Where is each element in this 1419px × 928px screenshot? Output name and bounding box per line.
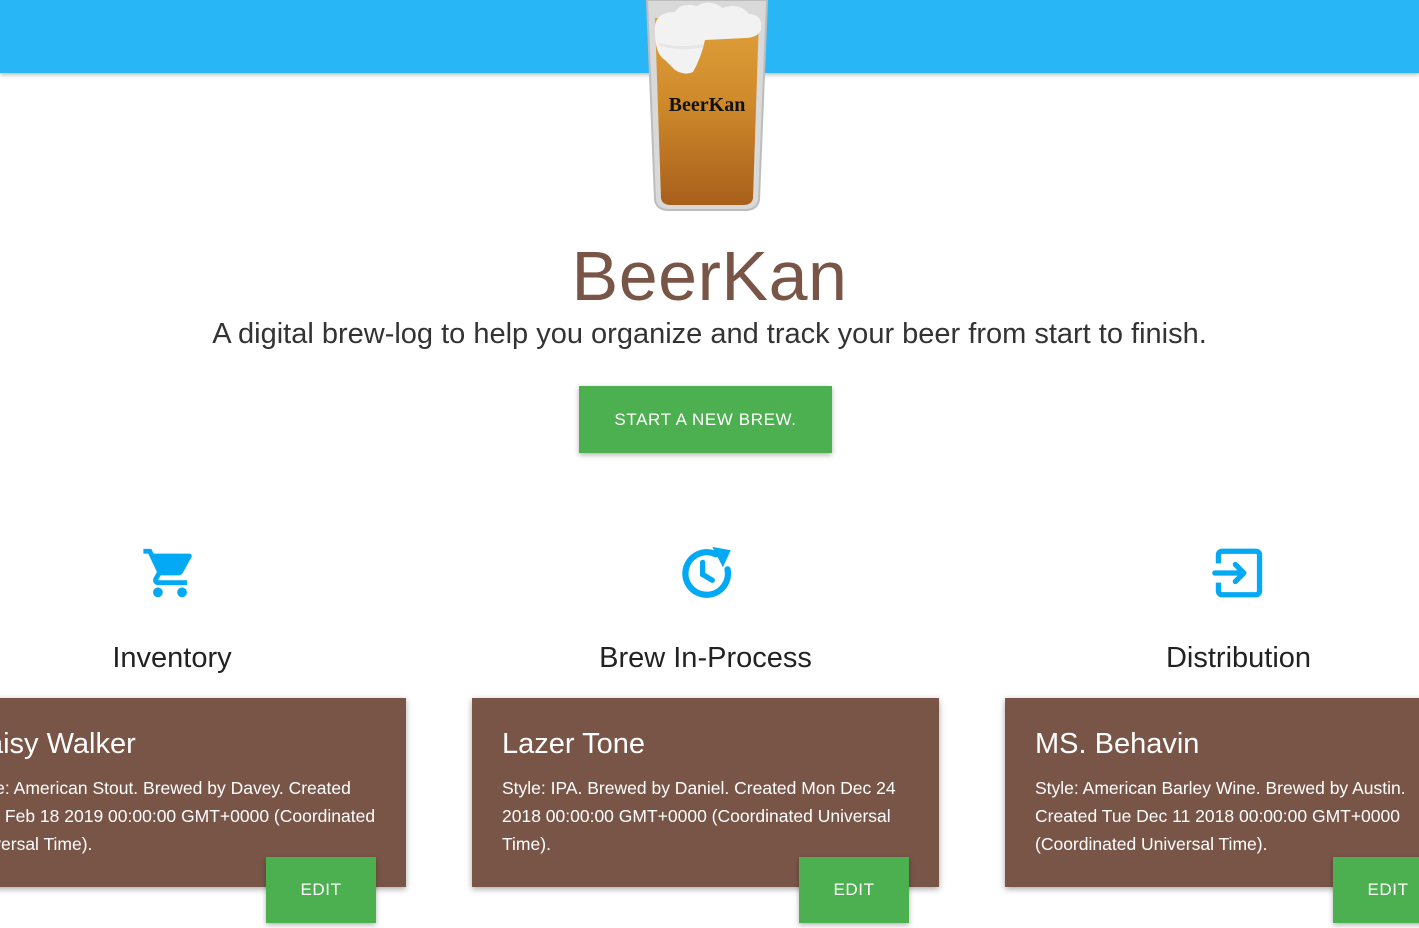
- section-title-distribution: Distribution: [1165, 642, 1312, 674]
- clock-refresh-icon: [678, 544, 736, 607]
- brew-card-description: Style: IPA. Brewed by Daniel. Created Mo…: [502, 778, 896, 854]
- beer-glass-icon: BeerKan: [645, 0, 769, 211]
- brew-card: MS. Behavin Style: American Barley Wine.…: [1005, 698, 1419, 923]
- brew-card-description: Style: American Barley Wine. Brewed by A…: [1035, 778, 1406, 854]
- exit-arrow-icon: [1210, 544, 1268, 607]
- brew-card-title: MS. Behavin: [1035, 728, 1200, 760]
- start-new-brew-button[interactable]: START A NEW BREW.: [579, 386, 832, 453]
- brew-card-description: Style: American Stout. Brewed by Davey. …: [0, 778, 376, 854]
- brew-card: Daisy Walker Style: American Stout. Brew…: [0, 698, 406, 923]
- brew-card: Lazer Tone Style: IPA. Brewed by Daniel.…: [472, 698, 939, 923]
- edit-button[interactable]: EDIT: [799, 857, 909, 923]
- page-title: BeerKan: [571, 237, 848, 315]
- landing-page: BeerKan BeerKan A digital brew-log to he…: [0, 0, 1419, 928]
- brew-card-title: Daisy Walker: [0, 728, 136, 760]
- page-tagline: A digital brew-log to help you organize …: [212, 318, 1207, 350]
- shopping-cart-icon: [140, 544, 200, 607]
- section-title-brew-in-process: Brew In-Process: [599, 642, 812, 674]
- edit-button[interactable]: EDIT: [1333, 857, 1419, 923]
- beerkan-logo[interactable]: BeerKan: [645, 0, 769, 214]
- brew-card-title: Lazer Tone: [502, 728, 645, 760]
- edit-button[interactable]: EDIT: [266, 857, 376, 923]
- logo-text: BeerKan: [669, 94, 746, 116]
- section-title-inventory: Inventory: [112, 642, 232, 674]
